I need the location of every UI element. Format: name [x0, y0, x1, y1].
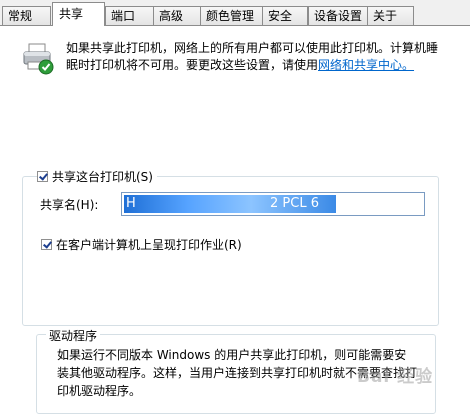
share-name-text-end: 2 PCL 6: [270, 196, 319, 211]
share-name-text-start: H: [126, 196, 136, 211]
share-name-input[interactable]: H 2 PCL 6: [121, 192, 425, 216]
share-name-label: 共享名(H):: [40, 198, 99, 212]
tab-about[interactable]: 关于: [367, 6, 414, 25]
render-jobs-checkbox-row[interactable]: 在客户端计算机上呈现打印作业(R): [41, 236, 242, 253]
tab-sharing[interactable]: 共享: [52, 2, 105, 26]
sharing-info-text: 如果共享此打印机，网络上的所有用户都可以使用此打印机。计算机睡眠时打印机将不可用…: [66, 41, 439, 72]
tab-strip: 常规 共享 端口 高级 颜色管理 安全 设备设置 关于: [0, 0, 470, 26]
render-jobs-label: 在客户端计算机上呈现打印作业(R): [56, 238, 242, 252]
tab-advanced[interactable]: 高级: [153, 6, 202, 25]
watermark-logo: Bai 经验: [357, 367, 434, 387]
network-sharing-center-link[interactable]: 网络和共享中心。: [318, 58, 414, 72]
tab-color-management[interactable]: 颜色管理: [200, 6, 263, 25]
printer-shared-icon: [23, 43, 54, 75]
share-printer-checkbox[interactable]: [37, 171, 48, 182]
share-printer-label: 共享这台打印机(S): [52, 170, 153, 184]
tab-security[interactable]: 安全: [262, 6, 308, 25]
drivers-title: 驱动程序: [46, 327, 101, 344]
tab-device-settings[interactable]: 设备设置: [308, 6, 369, 25]
tab-general[interactable]: 常规: [2, 6, 51, 25]
tab-ports[interactable]: 端口: [105, 6, 154, 25]
render-jobs-checkbox[interactable]: [41, 239, 52, 250]
share-printer-checkbox-row[interactable]: 共享这台打印机(S): [37, 168, 157, 185]
